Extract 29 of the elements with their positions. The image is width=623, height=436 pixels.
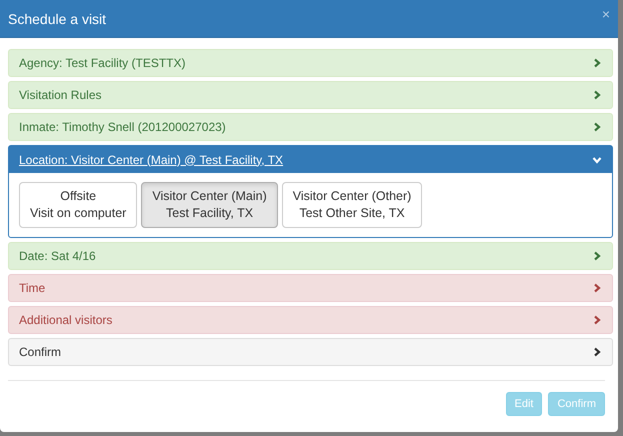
section-header[interactable]: Inmate: Timothy Snell (201200027023) <box>9 114 612 140</box>
section-header[interactable]: Location: Visitor Center (Main) @ Test Facility, TX <box>9 146 612 173</box>
close-button[interactable]: × <box>602 6 610 22</box>
location-option[interactable]: Visitor Center (Other) Test Other Site, TX <box>282 182 422 228</box>
section-title: Location: Visitor Center (Main) @ Test Facility, TX <box>19 152 284 166</box>
chevron-right-icon <box>592 347 602 357</box>
section-title: Agency: Test Facility (TESTTX) <box>19 56 186 70</box>
chevron-right-icon <box>592 58 602 68</box>
location-option[interactable]: Visitor Center (Main) Test Facility, TX <box>141 182 278 228</box>
section-title: Visitation Rules <box>19 88 102 102</box>
chevron-right-icon <box>592 122 602 132</box>
dialog-title: Schedule a visit <box>8 10 106 26</box>
section-header[interactable]: Additional visitors <box>9 307 612 333</box>
section-title: Time <box>19 281 46 295</box>
chevron-right-icon <box>592 90 602 100</box>
section-header[interactable]: Date: Sat 4/16 <box>9 243 612 269</box>
section-title: Confirm <box>19 345 62 359</box>
section-header[interactable]: Time <box>9 275 612 301</box>
chevron-down-icon <box>592 154 602 164</box>
section-title: Date: Sat 4/16 <box>19 249 96 263</box>
chevron-right-icon <box>592 251 602 261</box>
section-header[interactable]: Visitation Rules <box>9 82 612 108</box>
chevron-right-icon <box>592 315 602 325</box>
chevron-right-icon <box>592 283 602 293</box>
section-header[interactable]: Confirm <box>9 339 612 365</box>
section-header[interactable]: Agency: Test Facility (TESTTX) <box>9 50 612 76</box>
section-title: Additional visitors <box>19 313 112 327</box>
location-option[interactable]: Offsite Visit on computer <box>19 182 138 228</box>
section-title: Inmate: Timothy Snell (201200027023) <box>19 120 226 134</box>
